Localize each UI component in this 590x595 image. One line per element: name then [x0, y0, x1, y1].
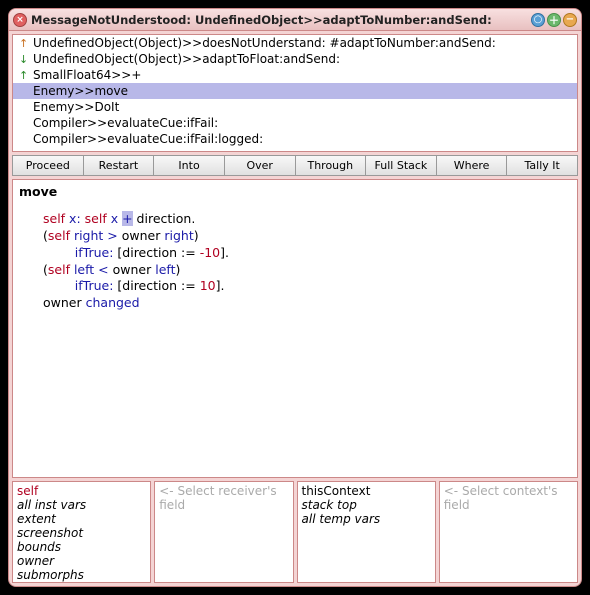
proceed-button[interactable]: Proceed [12, 155, 84, 176]
arrow-up-icon: ↑ [19, 37, 29, 50]
through-button[interactable]: Through [296, 155, 367, 176]
list-item[interactable]: screenshot [17, 526, 146, 540]
list-item[interactable]: all inst vars [17, 498, 146, 512]
receiver-inspector[interactable]: self all inst vars extent screenshot bou… [12, 481, 151, 583]
list-item[interactable]: extent [17, 512, 146, 526]
stack-row[interactable]: ↑SmallFloat64>>+ [13, 67, 577, 83]
stack-row[interactable]: ↑UndefinedObject(Object)>>doesNotUnderst… [13, 35, 577, 51]
context-field-pane[interactable]: <- Select context's field [439, 481, 578, 583]
highlighted-send: + [122, 211, 132, 226]
tally-button[interactable]: Tally It [507, 155, 578, 176]
list-item[interactable]: owner [17, 554, 146, 568]
list-item[interactable]: bounds [17, 540, 146, 554]
where-button[interactable]: Where [437, 155, 508, 176]
window-title: MessageNotUnderstood: UndefinedObject>>a… [31, 13, 531, 27]
stack-trace-pane[interactable]: ↑UndefinedObject(Object)>>doesNotUnderst… [12, 34, 578, 152]
context-inspector[interactable]: thisContext stack top all temp vars [297, 481, 436, 583]
arrow-down-icon: ↓ [19, 53, 29, 66]
expand-icon[interactable]: ＋ [547, 13, 561, 27]
code-body[interactable]: self x: self x + direction. (self right … [19, 211, 571, 312]
stack-row[interactable]: ↓UndefinedObject(Object)>>adaptToFloat:a… [13, 51, 577, 67]
stack-row[interactable]: Compiler>>evaluateCue:ifFail:logged: [13, 131, 577, 147]
debugger-window: × MessageNotUnderstood: UndefinedObject>… [8, 8, 582, 587]
stack-row-selected[interactable]: Enemy>>move [13, 83, 577, 99]
over-button[interactable]: Over [225, 155, 296, 176]
receiver-field-pane[interactable]: <- Select receiver's field [154, 481, 293, 583]
debugger-toolbar: Proceed Restart Into Over Through Full S… [12, 155, 578, 176]
arrow-up-icon: ↑ [19, 69, 29, 82]
collapse-icon[interactable]: − [563, 13, 577, 27]
fullstack-button[interactable]: Full Stack [366, 155, 437, 176]
menu-icon[interactable]: ○ [531, 13, 545, 27]
restart-button[interactable]: Restart [84, 155, 155, 176]
list-item[interactable]: stack top [302, 498, 431, 512]
list-item[interactable]: thisContext [302, 484, 431, 498]
stack-row[interactable]: Compiler>>evaluateCue:ifFail: [13, 115, 577, 131]
inspector-row: self all inst vars extent screenshot bou… [12, 481, 578, 583]
into-button[interactable]: Into [154, 155, 225, 176]
stack-row[interactable]: Enemy>>DoIt [13, 99, 577, 115]
close-icon[interactable]: × [13, 13, 27, 27]
titlebar[interactable]: × MessageNotUnderstood: UndefinedObject>… [9, 9, 581, 31]
method-name: move [19, 184, 571, 201]
list-item[interactable]: submorphs [17, 568, 146, 582]
list-item[interactable]: self [17, 484, 146, 498]
list-item[interactable]: all temp vars [302, 512, 431, 526]
placeholder-text: <- Select context's field [444, 484, 558, 512]
code-pane[interactable]: move self x: self x + direction. (self r… [12, 179, 578, 478]
placeholder-text: <- Select receiver's field [159, 484, 276, 512]
